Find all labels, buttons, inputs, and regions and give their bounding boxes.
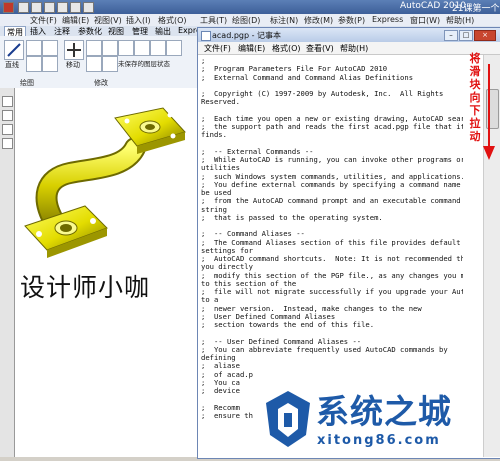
print-icon[interactable] — [83, 2, 94, 13]
trim-tool-button[interactable] — [102, 40, 118, 56]
layer-tool-button[interactable] — [150, 40, 166, 56]
designer-watermark: 设计师小咖 — [20, 273, 151, 302]
rectangle-tool-button[interactable] — [42, 56, 58, 72]
np-menu-format[interactable]: 格式(O) — [272, 43, 301, 54]
site-logo: 系统之城 xitong86.com — [262, 385, 500, 457]
menu-file[interactable]: 文件(F) — [30, 15, 57, 26]
move-label: 移动 — [66, 61, 80, 69]
properties-icon[interactable] — [2, 110, 13, 121]
np-menu-edit[interactable]: 编辑(E) — [238, 43, 265, 54]
move-icon — [67, 43, 81, 57]
left-toolbar — [0, 88, 15, 457]
menu-modify[interactable]: 修改(M) — [304, 15, 333, 26]
line-icon — [7, 43, 21, 57]
menu-draw[interactable]: 绘图(D) — [232, 15, 260, 26]
minimize-button[interactable]: – — [444, 30, 458, 41]
acad-title-bar: AutoCAD 2010 21课第一个作品 — [0, 0, 500, 27]
menu-edit[interactable]: 编辑(E) — [62, 15, 89, 26]
logo-emblem-icon — [266, 391, 310, 447]
draw-group-label: 绘图 — [20, 79, 34, 87]
move-tool-button[interactable] — [64, 40, 84, 60]
maximize-button[interactable]: □ — [459, 30, 473, 41]
notepad-icon — [201, 31, 211, 41]
menu-dimension[interactable]: 标注(N) — [270, 15, 298, 26]
layer-props-button[interactable] — [166, 40, 182, 56]
save-icon[interactable] — [44, 2, 55, 13]
menu-window[interactable]: 窗口(W) — [410, 15, 440, 26]
drag-instruction-annotation: 将滑块向下拉动 — [468, 52, 482, 143]
notepad-title-bar[interactable]: acad.pgp - 记事本 – □ × — [198, 28, 500, 42]
acad-app-icon[interactable] — [3, 2, 14, 13]
menu-format[interactable]: 格式(O) — [158, 15, 187, 26]
logo-name: 系统之城 — [316, 392, 452, 431]
menu-parametric[interactable]: 参数(P) — [338, 15, 365, 26]
rotate-tool-button[interactable] — [86, 40, 102, 56]
acad-menubar: 文件(F) 编辑(E) 视图(V) 插入(I) 格式(O) 工具(T) 绘图(D… — [0, 14, 500, 26]
layers-icon[interactable] — [2, 124, 13, 135]
menu-help[interactable]: 帮助(H) — [446, 15, 474, 26]
logo-url: xitong86.com — [317, 433, 441, 448]
menu-insert[interactable]: 插入(I) — [126, 15, 151, 26]
close-button[interactable]: × — [474, 30, 496, 41]
modify-group-label: 修改 — [94, 79, 108, 87]
circle-tool-button[interactable] — [42, 40, 58, 56]
design-center-icon[interactable] — [2, 138, 13, 149]
stretch-tool-button[interactable] — [86, 56, 102, 72]
line-tool-button[interactable] — [4, 40, 24, 60]
polyline-tool-button[interactable] — [26, 40, 42, 56]
np-menu-view[interactable]: 查看(V) — [306, 43, 334, 54]
notepad-menubar: 文件(F) 编辑(E) 格式(O) 查看(V) 帮助(H) — [198, 42, 500, 55]
down-arrow-icon — [483, 64, 495, 160]
ribbon-panel: 直线 移动 未保存的图层状态 绘图 修改 — [0, 36, 198, 89]
annotation-text: 将滑块向下拉动 — [469, 52, 481, 143]
scale-tool-button[interactable] — [102, 56, 118, 72]
redo-icon[interactable] — [70, 2, 81, 13]
copy-tool-button[interactable] — [118, 40, 134, 56]
tool-palette-icon[interactable] — [2, 96, 13, 107]
mirror-tool-button[interactable] — [134, 40, 150, 56]
layer-state-label[interactable]: 未保存的图层状态 — [118, 58, 170, 68]
new-file-icon[interactable] — [18, 2, 29, 13]
menu-tools[interactable]: 工具(T) — [200, 15, 227, 26]
undo-icon[interactable] — [57, 2, 68, 13]
menu-express[interactable]: Express — [372, 15, 403, 24]
np-menu-file[interactable]: 文件(F) — [204, 43, 231, 54]
notepad-title: acad.pgp - 记事本 — [212, 31, 282, 40]
arc-tool-button[interactable] — [26, 56, 42, 72]
menu-view[interactable]: 视图(V) — [94, 15, 122, 26]
np-menu-help[interactable]: 帮助(H) — [340, 43, 368, 54]
open-file-icon[interactable] — [31, 2, 42, 13]
line-label: 直线 — [5, 61, 19, 69]
